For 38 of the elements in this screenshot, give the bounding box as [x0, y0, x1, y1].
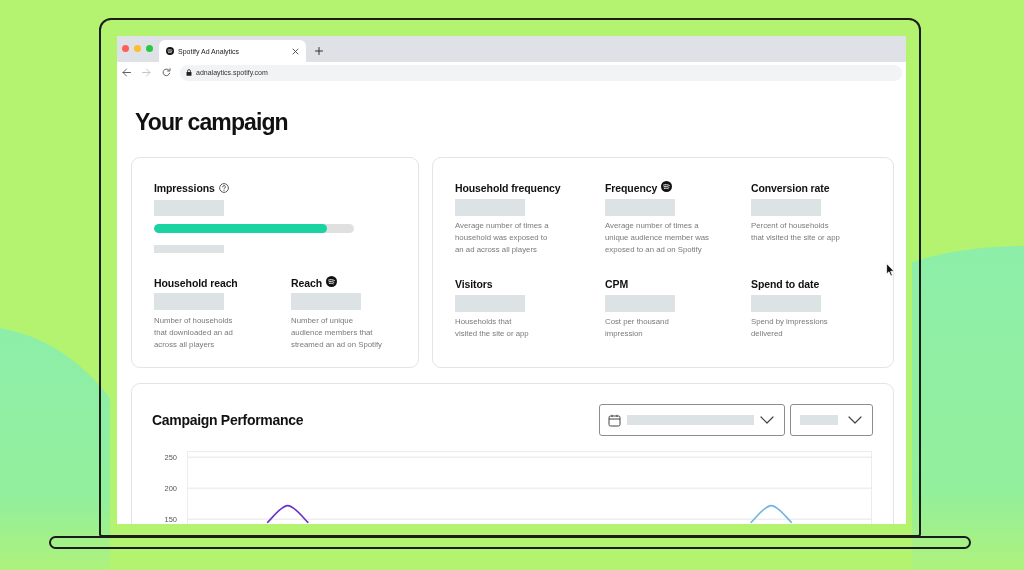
lock-icon	[186, 69, 192, 76]
date-range-dropdown[interactable]	[599, 404, 785, 436]
value-placeholder	[455, 295, 525, 312]
metric-label: Frequency	[605, 181, 658, 195]
caret-icon	[848, 416, 862, 424]
metric-label: Visitors	[455, 277, 493, 291]
dropdown[interactable]	[790, 404, 873, 436]
value-placeholder	[605, 199, 675, 216]
metric-label: Household frequency	[455, 181, 561, 195]
close-icon[interactable]	[292, 47, 299, 55]
metric-label: Reach	[291, 276, 322, 290]
window-maximize-icon[interactable]	[146, 44, 153, 52]
back-icon[interactable]	[122, 68, 131, 77]
text-placeholder	[800, 415, 838, 425]
logo-icon	[326, 276, 337, 287]
help-icon[interactable]	[218, 183, 229, 193]
page-title: Your campaign	[135, 108, 289, 136]
logo-icon	[661, 181, 673, 192]
window-close-icon[interactable]	[122, 44, 129, 52]
value-placeholder	[154, 293, 224, 310]
plus-icon[interactable]	[315, 47, 323, 55]
text-placeholder	[154, 245, 224, 253]
metric-label: Impressions	[154, 181, 215, 195]
metric-label: Spend to date	[751, 277, 820, 291]
value-placeholder	[291, 293, 361, 310]
reload-icon[interactable]	[162, 68, 171, 77]
value-placeholder	[154, 200, 224, 216]
value-placeholder	[455, 199, 525, 216]
section-title: Campaign Performance	[152, 412, 304, 428]
value-placeholder	[751, 295, 821, 312]
metric-label: Conversion rate	[751, 181, 830, 195]
logo-icon	[166, 47, 174, 55]
metric-label: CPM	[605, 277, 629, 291]
caret-icon	[760, 416, 774, 424]
value-placeholder	[751, 199, 821, 216]
metric-label: Household reach	[154, 276, 238, 290]
value-placeholder	[605, 295, 675, 312]
calendar-icon	[608, 413, 621, 427]
